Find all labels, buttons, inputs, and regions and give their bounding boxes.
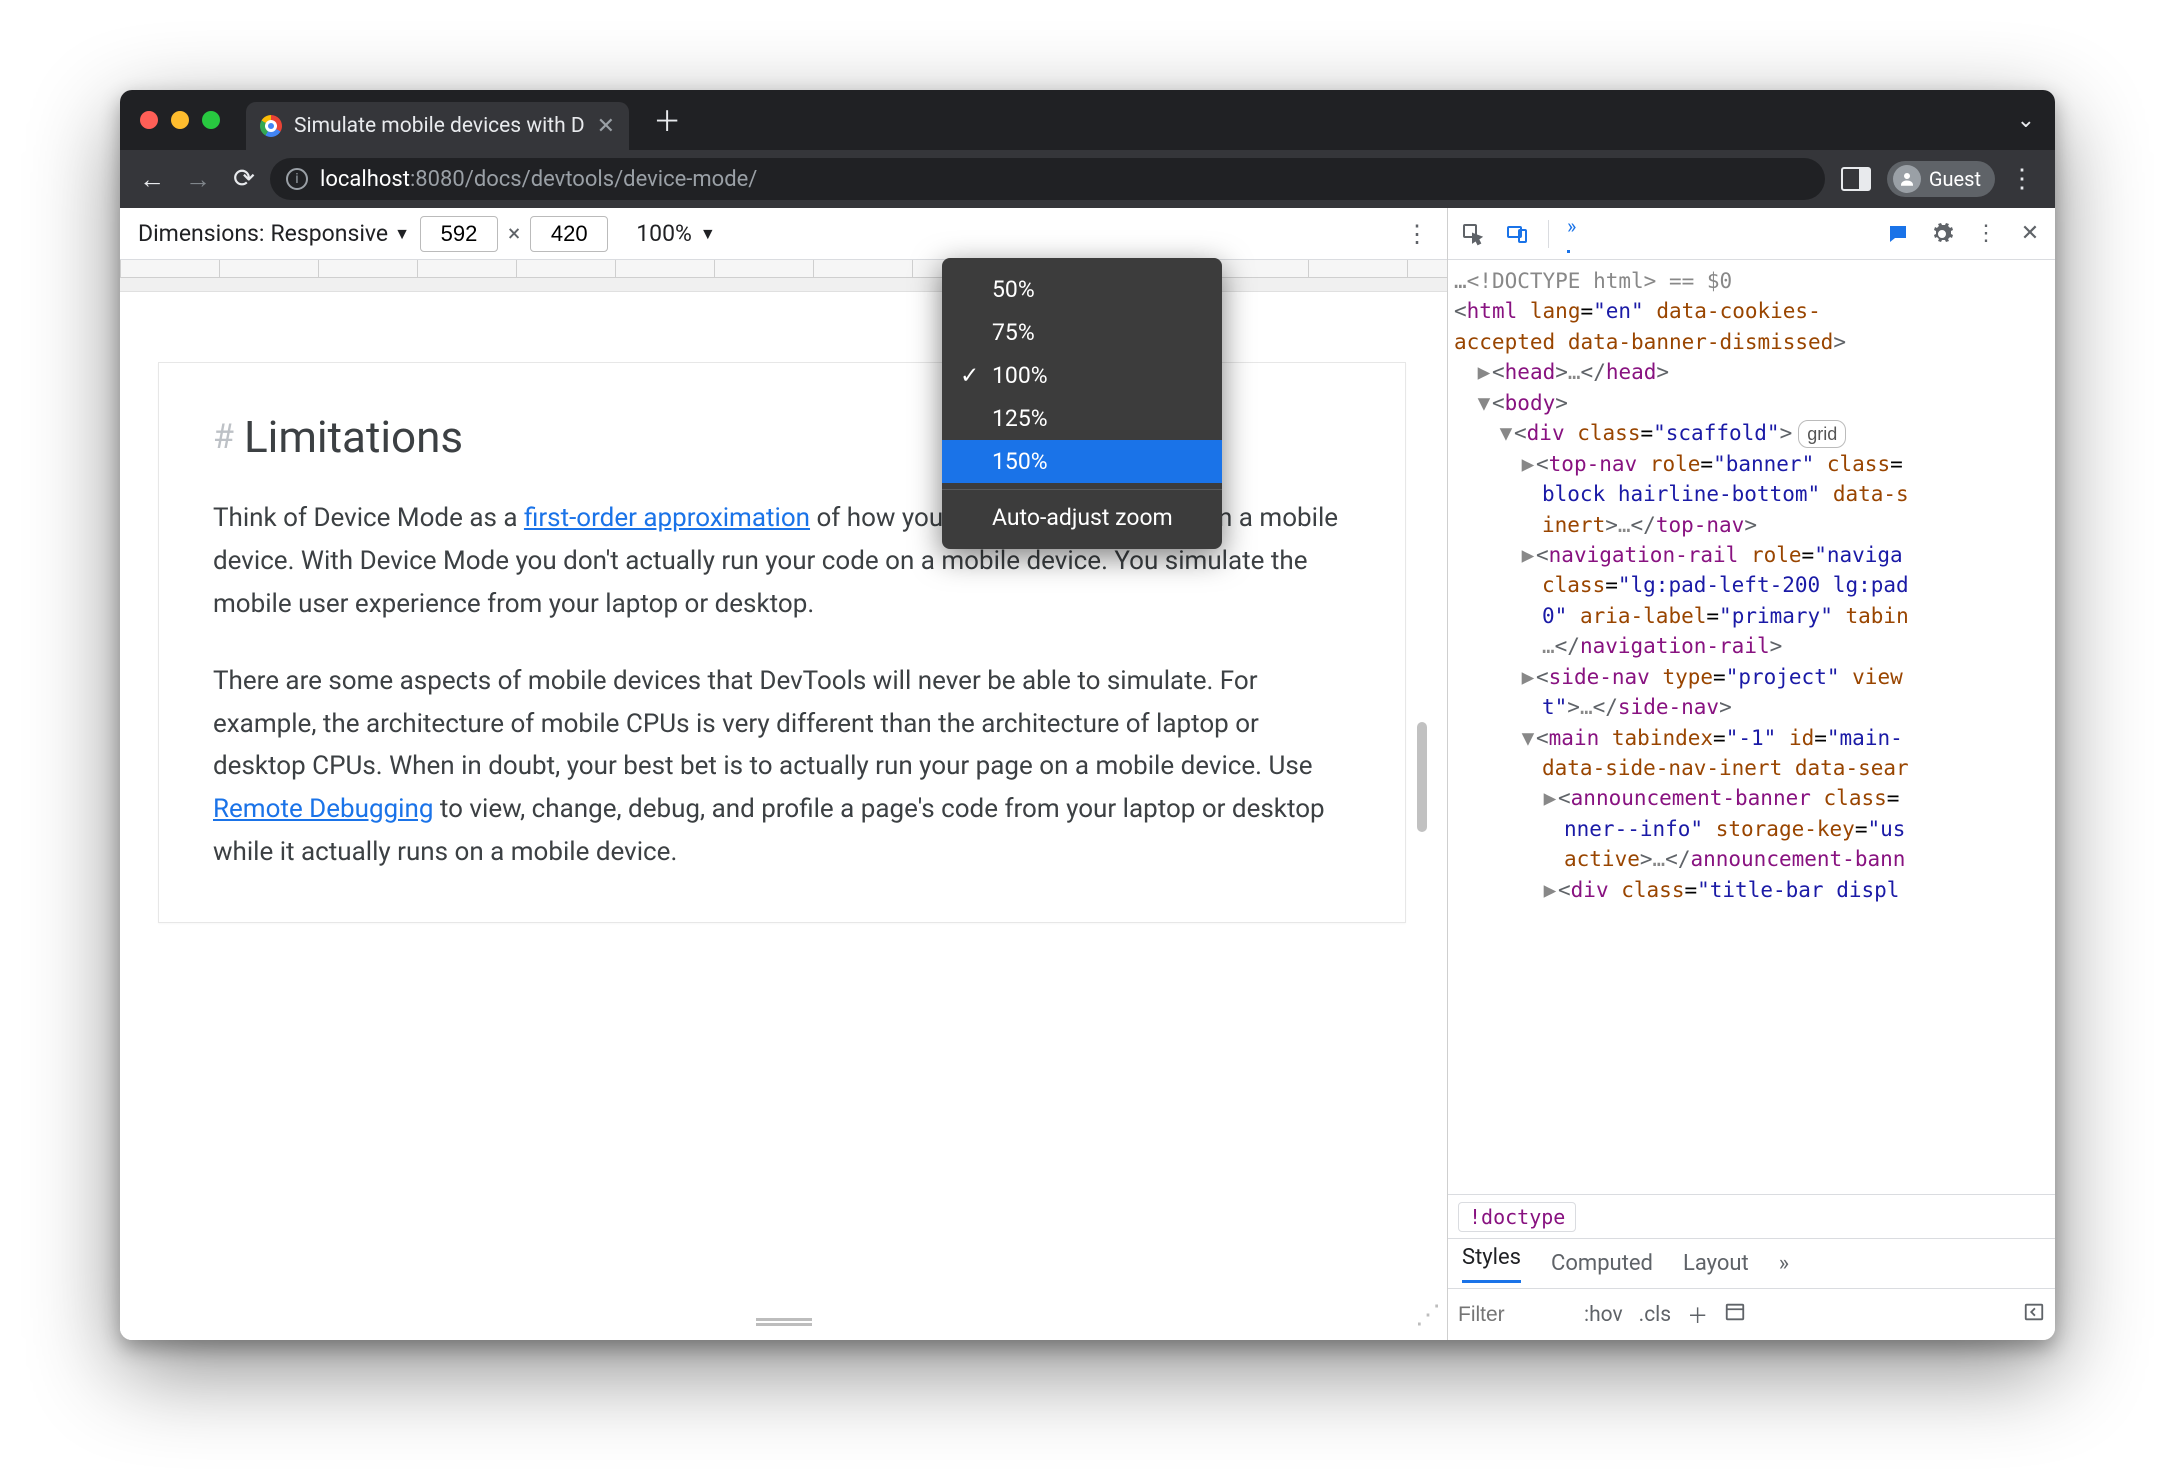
tab-title: Simulate mobile devices with D	[294, 114, 585, 138]
styles-filter-input[interactable]	[1458, 1303, 1568, 1327]
tab-strip: Simulate mobile devices with D ✕ ＋ ⌄	[120, 90, 2055, 150]
breadcrumb-item[interactable]: !doctype	[1458, 1202, 1576, 1232]
dimensions-dropdown[interactable]: Dimensions: Responsive ▼	[138, 220, 410, 247]
zoom-option-75[interactable]: 75%	[942, 311, 1222, 354]
menu-separator	[942, 489, 1222, 490]
settings-gear-icon[interactable]	[1929, 221, 1955, 247]
devtools-menu-icon[interactable]: ⋮	[1973, 221, 1999, 247]
caret-down-icon: ▼	[700, 224, 716, 244]
styles-toolbar: :hov .cls ＋	[1448, 1288, 2055, 1340]
toggle-rendering-icon[interactable]	[2023, 1301, 2045, 1329]
site-info-icon[interactable]: i	[286, 168, 308, 190]
zoom-option-100[interactable]: ✓100%	[942, 354, 1222, 397]
chrome-menu-icon[interactable]: ⋮	[2009, 164, 2035, 194]
device-viewport: # Limitations Think of Device Mode as a …	[120, 292, 1447, 1340]
more-tabs-icon[interactable]: »	[1567, 214, 1570, 253]
height-input[interactable]	[530, 216, 608, 252]
check-icon: ✓	[960, 362, 979, 389]
profile-button[interactable]: Guest	[1887, 161, 1995, 197]
browser-tab[interactable]: Simulate mobile devices with D ✕	[246, 102, 629, 150]
tab-styles[interactable]: Styles	[1462, 1245, 1521, 1283]
toggle-device-icon[interactable]	[1504, 221, 1530, 247]
computed-sidebar-icon[interactable]	[1724, 1301, 1746, 1329]
devtools-panel: » ⋮ ✕ …<!DOCTYPE html> == $0 <html lang=…	[1447, 208, 2055, 1340]
device-mode-pane: Dimensions: Responsive ▼ × 100% ▼ ⋮ 50% …	[120, 208, 1447, 1340]
ruler-top-minor	[120, 278, 1447, 292]
back-button[interactable]: ←	[132, 164, 172, 195]
times-separator: ×	[508, 220, 520, 247]
close-window-button[interactable]	[140, 111, 158, 129]
remote-debugging-link[interactable]: Remote Debugging	[213, 794, 433, 824]
first-order-link[interactable]: first-order approximation	[524, 503, 810, 533]
tab-computed[interactable]: Computed	[1551, 1251, 1653, 1276]
more-tabs-icon[interactable]: »	[1779, 1251, 1784, 1276]
hash-anchor-icon[interactable]: #	[213, 417, 234, 457]
elements-tree[interactable]: …<!DOCTYPE html> == $0 <html lang="en" d…	[1448, 260, 2055, 1194]
reload-button[interactable]: ⟳	[224, 164, 264, 194]
side-panel-icon[interactable]	[1841, 167, 1871, 191]
toolbar-separator	[1548, 220, 1549, 248]
caret-down-icon: ▼	[394, 224, 410, 244]
cls-toggle[interactable]: .cls	[1639, 1303, 1671, 1327]
chrome-favicon-icon	[260, 115, 282, 137]
zoom-menu: 50% 75% ✓100% 125% 150% Auto-adjust zoom	[942, 258, 1222, 549]
tab-search-icon[interactable]: ⌄	[2017, 108, 2035, 133]
devtools-toolbar: » ⋮ ✕	[1448, 208, 2055, 260]
device-toolbar-more-icon[interactable]: ⋮	[1405, 220, 1429, 248]
hov-toggle[interactable]: :hov	[1584, 1303, 1623, 1327]
zoom-dropdown[interactable]: 100% ▼	[636, 220, 715, 247]
zoom-option-150[interactable]: 150%	[942, 440, 1222, 483]
viewport-scrollbar[interactable]	[1417, 722, 1427, 832]
zoom-option-125[interactable]: 125%	[942, 397, 1222, 440]
minimize-window-button[interactable]	[171, 111, 189, 129]
profile-label: Guest	[1929, 167, 1981, 191]
corner-resize-grip[interactable]: ⋰	[1415, 1300, 1435, 1330]
close-tab-icon[interactable]: ✕	[597, 114, 615, 139]
browser-window: Simulate mobile devices with D ✕ ＋ ⌄ ← →…	[120, 90, 2055, 1340]
styles-tab-bar: Styles Computed Layout »	[1448, 1238, 2055, 1288]
window-controls	[140, 111, 220, 129]
new-tab-button[interactable]: ＋	[643, 100, 691, 140]
inspect-element-icon[interactable]	[1460, 221, 1486, 247]
close-devtools-icon[interactable]: ✕	[2017, 221, 2043, 247]
new-style-rule-icon[interactable]: ＋	[1687, 1300, 1708, 1330]
navigation-bar: ← → ⟳ i localhost:8080/docs/devtools/dev…	[120, 150, 2055, 208]
address-bar[interactable]: i localhost:8080/docs/devtools/device-mo…	[270, 158, 1825, 200]
viewport-resize-handle[interactable]	[756, 1318, 812, 1326]
tab-layout[interactable]: Layout	[1683, 1251, 1749, 1276]
ruler-top[interactable]	[120, 260, 1447, 278]
device-toolbar: Dimensions: Responsive ▼ × 100% ▼ ⋮	[120, 208, 1447, 260]
forward-button[interactable]: →	[178, 164, 218, 195]
avatar-icon	[1893, 165, 1921, 193]
elements-breadcrumb[interactable]: !doctype	[1448, 1194, 2055, 1238]
zoom-option-50[interactable]: 50%	[942, 268, 1222, 311]
url: localhost:8080/docs/devtools/device-mode…	[320, 167, 757, 192]
page-paragraph: There are some aspects of mobile devices…	[213, 660, 1351, 874]
maximize-window-button[interactable]	[202, 111, 220, 129]
zoom-auto-adjust[interactable]: Auto-adjust zoom	[942, 496, 1222, 539]
width-input[interactable]	[420, 216, 498, 252]
content-area: Dimensions: Responsive ▼ × 100% ▼ ⋮ 50% …	[120, 208, 2055, 1340]
feedback-icon[interactable]	[1885, 221, 1911, 247]
